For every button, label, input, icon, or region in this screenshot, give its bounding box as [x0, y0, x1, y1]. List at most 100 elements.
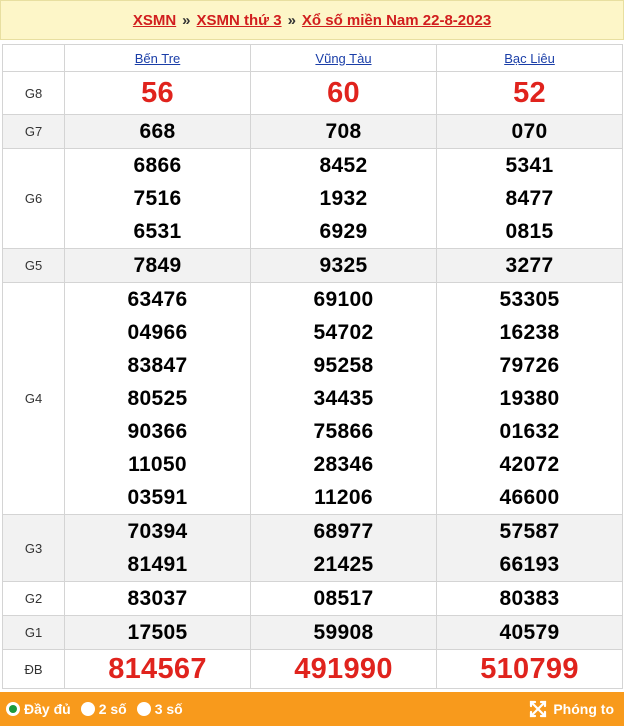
zoom-button[interactable]: Phóng to — [529, 700, 614, 718]
option-full-label: Đầy đủ — [24, 701, 71, 717]
prize-number: 34435 — [313, 387, 374, 410]
prize-label: G6 — [2, 148, 65, 249]
prize-cell: 6866 7516 6531 — [64, 148, 251, 249]
breadcrumb-date-link[interactable]: Xổ số miền Nam 22-8-2023 — [302, 12, 491, 29]
prize-number: 491990 — [294, 653, 393, 685]
prize-cell: 08517 — [250, 581, 437, 616]
breadcrumb-xsmn-thu3-link[interactable]: XSMN thứ 3 — [197, 12, 282, 29]
prize-cell: 80383 — [436, 581, 623, 616]
province-link-bac-lieu[interactable]: Bạc Liêu — [504, 51, 555, 66]
prize-number: 070 — [511, 120, 548, 143]
prize-cell: 63476 04966 83847 80525 90366 11050 03591 — [64, 282, 251, 515]
prize-number: 57587 — [499, 520, 560, 543]
zoom-label: Phóng to — [553, 701, 614, 717]
results-table: Bến Tre Vũng Tàu Bạc Liêu G8 56 60 52 G7 668 7… — [2, 44, 623, 689]
prize-number: 42072 — [499, 453, 560, 476]
prize-number: 19380 — [499, 387, 560, 410]
prize-number: 59908 — [313, 621, 374, 644]
prize-cell: 40579 — [436, 615, 623, 650]
prize-label: G7 — [2, 114, 65, 149]
option-3-digits-label: 3 số — [154, 701, 183, 717]
breadcrumb-separator: » — [182, 11, 191, 29]
prize-number: 28346 — [313, 453, 374, 476]
prize-cell: 60 — [250, 71, 437, 115]
prize-number: 69100 — [313, 288, 374, 311]
prize-number: 510799 — [480, 653, 579, 685]
prize-number: 75866 — [313, 420, 374, 443]
prize-number: 8477 — [505, 187, 554, 210]
prize-cell: 510799 — [436, 649, 623, 689]
prize-number: 80525 — [127, 387, 188, 410]
prize-row: G3 70394 81491 68977 21425 57587 66193 — [2, 514, 623, 582]
prize-number: 40579 — [499, 621, 560, 644]
prize-cell: 668 — [64, 114, 251, 149]
prize-cell: 70394 81491 — [64, 514, 251, 582]
prize-cell: 708 — [250, 114, 437, 149]
prize-number: 11206 — [314, 486, 373, 509]
prize-row: ĐB 814567 491990 510799 — [2, 649, 623, 689]
prize-row: G2 83037 08517 80383 — [2, 581, 623, 616]
prize-cell: 9325 — [250, 248, 437, 283]
prize-number: 83037 — [127, 587, 188, 610]
option-full[interactable]: Đầy đủ — [6, 701, 71, 717]
prize-number: 70394 — [127, 520, 188, 543]
prize-cell: 52 — [436, 71, 623, 115]
expand-arrows-icon — [530, 700, 547, 718]
prize-number: 21425 — [313, 553, 374, 576]
breadcrumb-separator: » — [287, 11, 296, 29]
prize-number: 95258 — [313, 354, 374, 377]
radio-full[interactable] — [6, 702, 20, 716]
table-header-row: Bến Tre Vũng Tàu Bạc Liêu — [2, 44, 623, 72]
prize-number: 11050 — [128, 453, 187, 476]
prize-label: G3 — [2, 514, 65, 582]
radio-2-digits[interactable] — [80, 702, 95, 716]
prize-cell: 5341 8477 0815 — [436, 148, 623, 249]
prize-cell: 53305 16238 79726 19380 01632 42072 46600 — [436, 282, 623, 515]
prize-row: G1 17505 59908 40579 — [2, 615, 623, 650]
prize-cell: 3277 — [436, 248, 623, 283]
prize-label: ĐB — [2, 649, 65, 689]
prize-number: 6531 — [133, 220, 182, 243]
prize-number: 80383 — [499, 587, 560, 610]
prize-number: 04966 — [127, 321, 188, 344]
prize-number: 8452 — [319, 154, 368, 177]
prize-number: 81491 — [127, 553, 188, 576]
prize-number: 6866 — [133, 154, 182, 177]
prize-number: 16238 — [499, 321, 560, 344]
province-link-vung-tau[interactable]: Vũng Tàu — [315, 51, 371, 66]
prize-cell: 69100 54702 95258 34435 75866 28346 11206 — [250, 282, 437, 515]
prize-number: 63476 — [127, 288, 188, 311]
prize-label: G5 — [2, 248, 65, 283]
prize-number: 68977 — [313, 520, 374, 543]
prize-number: 54702 — [313, 321, 374, 344]
prize-number: 9325 — [319, 254, 368, 277]
prize-number: 56 — [141, 77, 174, 109]
province-link-ben-tre[interactable]: Bến Tre — [135, 51, 181, 66]
prize-rows: G8 56 60 52 G7 668 708 070 G6 6866 7516 6531 8452 193… — [2, 71, 623, 689]
prize-number: 1932 — [319, 187, 368, 210]
prize-row: G8 56 60 52 — [2, 71, 623, 115]
prize-cell: 68977 21425 — [250, 514, 437, 582]
prize-row: G6 6866 7516 6531 8452 1932 6929 5341 8477 0815 — [2, 148, 623, 249]
province-header: Vũng Tàu — [250, 44, 437, 72]
prize-row: G7 668 708 070 — [2, 114, 623, 149]
option-3-digits[interactable]: 3 số — [136, 701, 183, 717]
prize-row: G5 7849 9325 3277 — [2, 248, 623, 283]
prize-number: 6929 — [319, 220, 368, 243]
table-corner — [2, 44, 65, 72]
prize-number: 01632 — [499, 420, 560, 443]
prize-number: 66193 — [499, 553, 560, 576]
prize-label: G1 — [2, 615, 65, 650]
prize-number: 08517 — [313, 587, 374, 610]
breadcrumb: XSMN » XSMN thứ 3 » Xổ số miền Nam 22-8-… — [0, 0, 624, 40]
prize-number: 03591 — [127, 486, 188, 509]
prize-label: G2 — [2, 581, 65, 616]
prize-number: 17505 — [127, 621, 188, 644]
option-2-digits[interactable]: 2 số — [80, 701, 127, 717]
radio-3-digits[interactable] — [136, 702, 151, 716]
footer-bar: Đầy đủ 2 số 3 số Phóng to — [0, 692, 624, 726]
prize-label: G4 — [2, 282, 65, 515]
prize-number: 60 — [327, 77, 360, 109]
breadcrumb-xsmn-link[interactable]: XSMN — [133, 12, 176, 29]
prize-cell: 83037 — [64, 581, 251, 616]
